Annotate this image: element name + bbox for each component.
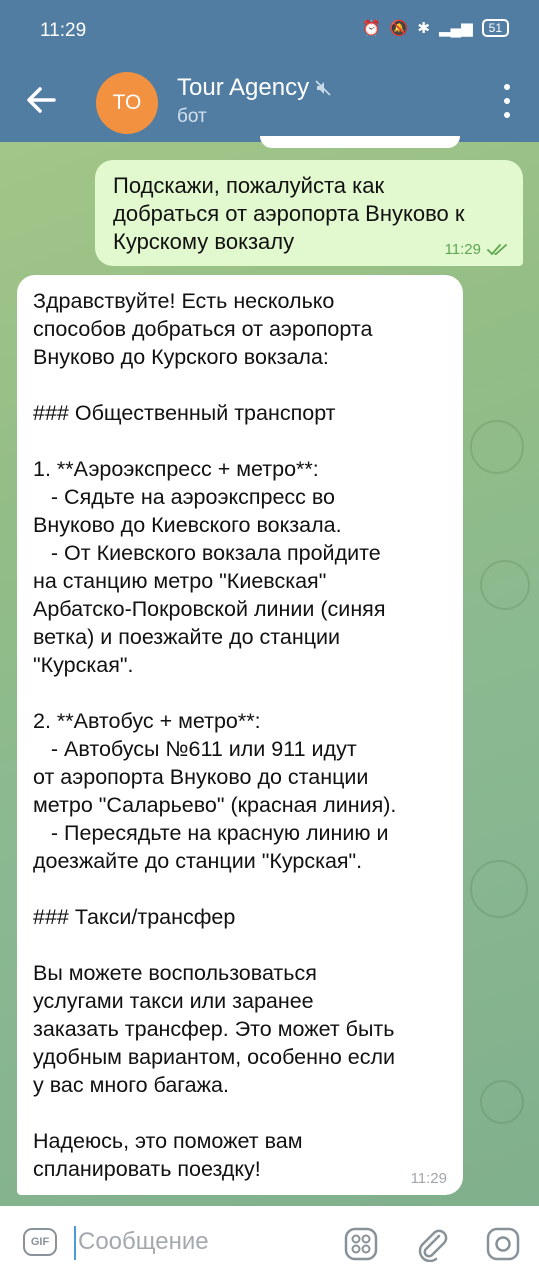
message-time: 11:29	[410, 1170, 447, 1187]
wallpaper-doodle	[480, 560, 530, 610]
previous-message-edge	[260, 136, 460, 148]
gif-icon[interactable]: GIF	[23, 1228, 57, 1256]
battery-icon: 51	[481, 19, 509, 37]
attach-icon[interactable]	[414, 1226, 450, 1262]
wallpaper-doodle	[470, 420, 524, 474]
message-meta: 11:29	[445, 241, 509, 258]
chat-title-text: Tour Agency	[177, 74, 310, 101]
muted-icon	[315, 80, 331, 96]
message-time: 11:29	[444, 241, 481, 258]
message-input-bar: GIF	[0, 1206, 539, 1280]
status-bar: 11:29 ⏰ 🔕 ✱ ▂▄▆ 51	[0, 0, 539, 62]
double-check-icon	[487, 243, 507, 255]
chat-subtitle: бот	[177, 106, 207, 127]
text-cursor	[74, 1226, 76, 1260]
avatar[interactable]: TO	[96, 72, 158, 134]
wallpaper-doodle	[480, 1080, 524, 1124]
outgoing-message[interactable]: Подскажи, пожалуйста как добраться от аэ…	[95, 160, 523, 266]
mute-bell-icon: 🔕	[389, 20, 409, 37]
message-input[interactable]	[78, 1222, 318, 1262]
wallpaper-doodle	[470, 860, 528, 918]
bluetooth-icon: ✱	[417, 20, 430, 37]
sticker-icon[interactable]	[343, 1226, 379, 1262]
message-text: Здравствуйте! Есть несколько способов до…	[33, 289, 397, 1181]
status-time: 11:29	[40, 20, 87, 41]
chat-header: TO Tour Agency бот	[0, 62, 539, 142]
more-vert-icon[interactable]	[501, 84, 513, 118]
alarm-icon: ⏰	[361, 20, 381, 37]
camera-icon[interactable]	[485, 1226, 521, 1262]
chat-title[interactable]: Tour Agency	[177, 74, 331, 102]
signal-icon: ▂▄▆	[438, 20, 473, 37]
incoming-message[interactable]: Здравствуйте! Есть несколько способов до…	[17, 275, 463, 1195]
back-arrow-icon[interactable]	[24, 80, 58, 120]
status-icons: ⏰ 🔕 ✱ ▂▄▆ 51	[362, 19, 509, 37]
